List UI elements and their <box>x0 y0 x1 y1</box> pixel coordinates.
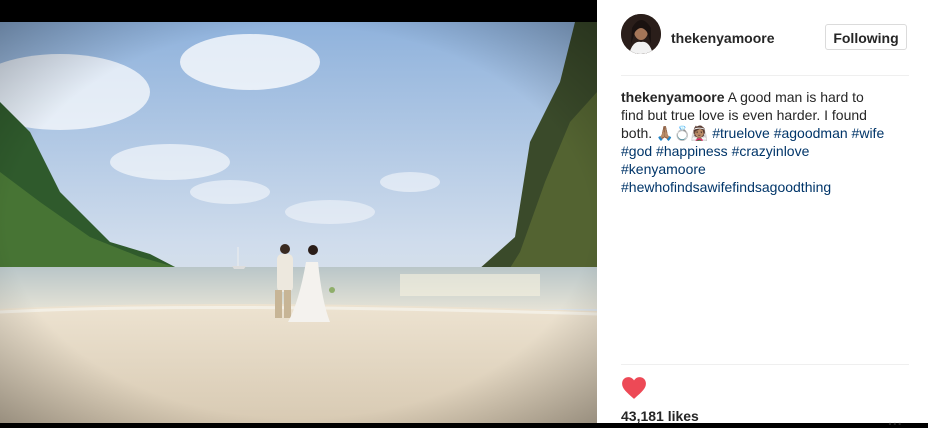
header-username[interactable]: thekenyamoore <box>671 30 774 46</box>
hashtag-truelove[interactable]: #truelove <box>712 125 770 141</box>
hashtag-happiness[interactable]: #happiness <box>656 143 728 159</box>
hashtag-kenyamoore[interactable]: #kenyamoore <box>621 161 706 177</box>
like-heart-icon[interactable] <box>621 376 647 400</box>
beach-wedding-photo <box>0 22 597 423</box>
avatar[interactable] <box>621 14 661 54</box>
following-button[interactable]: Following <box>825 24 907 50</box>
caption-emoji: 🙏🏽💍👰🏽 <box>656 125 709 141</box>
hashtag-agoodman[interactable]: #agoodman <box>774 125 848 141</box>
instagram-post-window: thekenyamoore Following thekenyamoore A … <box>0 0 928 428</box>
post-caption: thekenyamoore A good man is hard to find… <box>621 88 887 196</box>
post-photo[interactable] <box>0 22 597 423</box>
likes-count[interactable]: 43,181 likes <box>621 408 699 424</box>
more-options-icon[interactable]: ... <box>888 412 903 428</box>
hashtag-hewhofindsawifefindsagoodthing[interactable]: #hewhofindsawifefindsagoodthing <box>621 179 831 195</box>
hashtag-god[interactable]: #god <box>621 143 652 159</box>
top-black-bar <box>0 0 597 22</box>
actions-divider <box>621 364 909 365</box>
caption-username[interactable]: thekenyamoore <box>621 89 724 105</box>
post-side-panel: thekenyamoore Following thekenyamoore A … <box>597 0 928 428</box>
hashtag-wife[interactable]: #wife <box>852 125 885 141</box>
avatar-image <box>621 14 661 54</box>
post-header: thekenyamoore Following <box>597 0 928 76</box>
header-divider <box>621 75 909 76</box>
hashtag-crazyinlove[interactable]: #crazyinlove <box>732 143 810 159</box>
